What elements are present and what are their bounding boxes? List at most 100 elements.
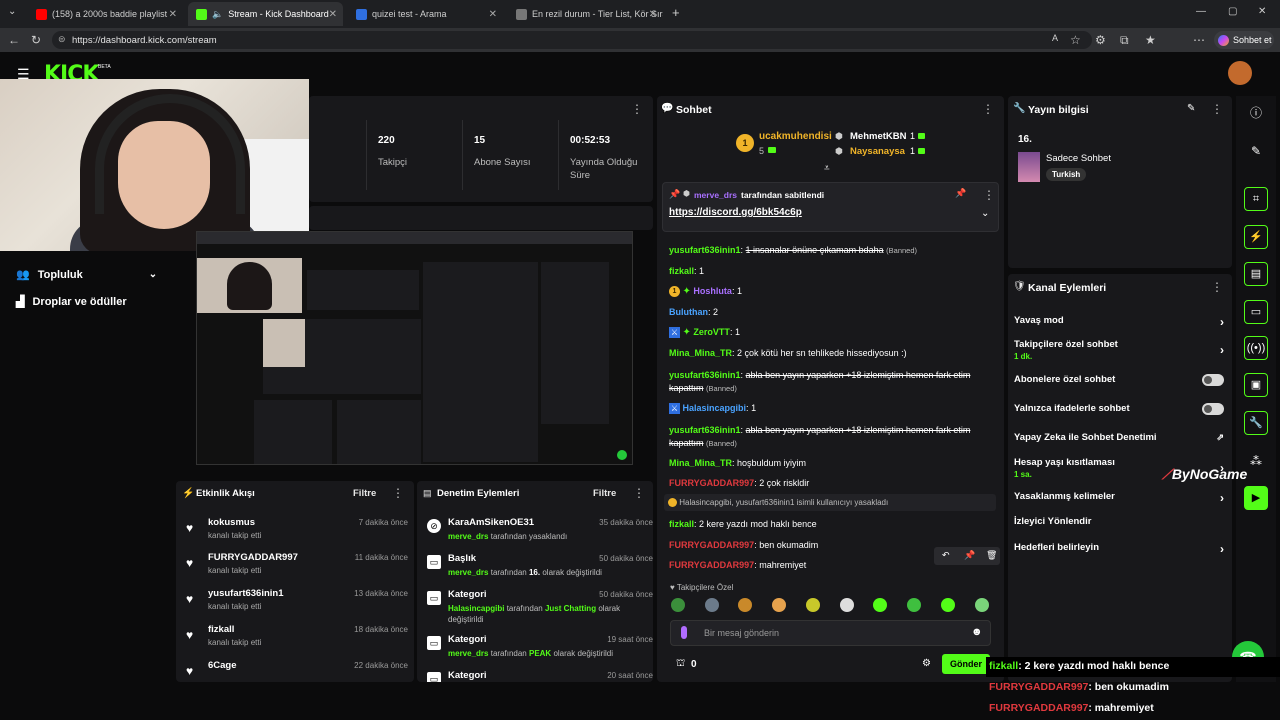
wrench-icon[interactable]: 🔧 [1244,411,1268,435]
favorites-icon[interactable]: ★ [1145,33,1156,47]
subscribers-only-toggle[interactable] [1202,374,1224,386]
activity-user[interactable]: 6Cage [208,660,237,671]
reply-icon[interactable]: ↶ [942,550,950,561]
pinned-by-user[interactable]: merve_drs [694,190,737,200]
browser-tab-tierlist[interactable]: En rezil durum - Tier List, Kör Sıral ✕ [508,2,663,26]
save-icon[interactable]: ▣ [1244,373,1268,397]
category-name[interactable]: Sadece Sohbet [1046,153,1111,164]
clip-icon[interactable]: ⌗ [1244,187,1268,211]
gifter-name[interactable]: MehmetKBN [850,131,906,142]
banned-words-row[interactable]: Yasaklanmış kelimeler › [1014,491,1224,505]
ai-moderation-row[interactable]: Yapay Zeka ile Sohbet Denetimi ⇗ [1014,432,1224,443]
lightning-icon[interactable]: ⚡ [1244,225,1268,249]
chat-username[interactable]: yusufart636inin1 [669,370,741,380]
close-tab-icon[interactable]: ✕ [169,9,177,20]
chat-input[interactable]: Bir mesaj gönderin ☻ [670,620,991,646]
channel-actions-menu-icon[interactable]: ⋮ [1211,280,1223,294]
favorite-star-icon[interactable]: ☆ [1070,33,1081,47]
close-tab-icon[interactable]: ✕ [649,9,657,20]
chat-username[interactable]: FURRYGADDAR997 [669,478,754,488]
chat-username[interactable]: ZeroVTT [693,327,730,337]
apps-icon[interactable]: ⁂ [1244,449,1268,473]
activity-user[interactable]: kokusmus [208,517,255,528]
moderation-target[interactable]: KaraAmSikenOE31 [448,517,534,528]
emote-icon[interactable] [941,598,955,612]
moderation-actor[interactable]: merve_drs [448,568,488,577]
language-tag[interactable]: Turkish [1046,168,1087,181]
moderation-actor[interactable]: merve_drs [448,532,488,541]
moderation-actor[interactable]: merve_drs [448,649,488,658]
pinned-menu-icon[interactable]: ⋮ [983,188,995,202]
moderation-filter-button[interactable]: Filtre [593,488,616,499]
channel-points-icon[interactable]: ⛫ [676,658,685,671]
slow-mode-row[interactable]: Yavaş mod › [1014,315,1224,329]
tab-list-icon[interactable]: ⌄ [8,6,16,17]
chat-username[interactable]: Mina_Mina_TR [669,458,732,468]
send-button[interactable]: Gönder [942,654,990,674]
stream-info-menu-icon[interactable]: ⋮ [1211,102,1223,116]
more-menu-icon[interactable]: ⋯ [1193,33,1205,47]
copilot-button[interactable]: Sohbet et [1214,31,1274,49]
raid-row[interactable]: İzleyici Yönlendir [1014,516,1224,527]
reload-icon[interactable]: ↻ [31,33,41,47]
minimize-icon[interactable]: — [1196,6,1206,17]
edit-icon[interactable]: ✎ [1187,103,1195,114]
broadcast-icon[interactable]: ((•)) [1244,336,1268,360]
emotes-only-toggle[interactable] [1202,403,1224,415]
emote-icon[interactable] [738,598,752,612]
close-tab-icon[interactable]: ✕ [489,9,497,20]
top-gifter-name[interactable]: ucakmuhendisi [759,131,832,142]
emote-icon[interactable] [772,598,786,612]
emote-icon[interactable] [907,598,921,612]
chat-username[interactable]: Buluthan [669,307,708,317]
browser-tool-icon[interactable]: ⧉ [1120,33,1129,48]
category-thumbnail[interactable] [1018,152,1040,182]
moderation-actor[interactable]: Halasincapgibi [448,604,504,613]
media-icon[interactable]: ▶ [1244,486,1268,510]
emote-icon[interactable] [806,598,820,612]
maximize-icon[interactable]: ▢ [1228,6,1237,17]
browser-tab-kick[interactable]: 🔈 Stream - Kick Dashboard ✕ [188,2,343,26]
emoji-picker-icon[interactable]: ☻ [971,626,983,638]
document-icon[interactable]: ▤ [1244,262,1268,286]
sidebar-item-drops[interactable]: ▟ Droplar ve ödüller [16,295,127,309]
url-input[interactable]: ⊜ https://dashboard.kick.com/stream [52,31,1092,49]
browser-tab-youtube[interactable]: (158) a 2000s baddie playlist ✕ [28,2,183,26]
window-close-icon[interactable]: ✕ [1258,6,1266,17]
emote-icon[interactable] [873,598,887,612]
emote-icon[interactable] [840,598,854,612]
emote-icon[interactable] [975,598,989,612]
chat-username[interactable]: Mina_Mina_TR [669,348,732,358]
info-icon[interactable]: ⓘ [1244,101,1268,125]
expand-pinned-icon[interactable]: ⌄ [981,208,989,219]
chat-username[interactable]: yusufart636inin1 [669,245,741,255]
back-icon[interactable]: ← [8,33,20,47]
chat-username[interactable]: Halasincapgibi [683,403,747,413]
read-aloud-icon[interactable]: A [1052,33,1058,43]
new-tab-icon[interactable]: + [672,5,680,20]
collapse-gifters-icon[interactable]: ⩡ [824,163,830,174]
activity-filter-button[interactable]: Filtre [353,488,376,499]
delete-icon[interactable]: 🗑 [986,550,997,561]
emote-icon[interactable] [671,598,685,612]
close-tab-icon[interactable]: ✕ [329,9,337,20]
chat-username[interactable]: FURRYGADDAR997 [669,540,754,550]
followers-only-row[interactable]: Takipçilere özel sohbet 1 dk. › [1014,339,1224,361]
stats-menu-icon[interactable]: ⋮ [631,102,643,116]
chat-username[interactable]: Hoshluta [693,286,732,296]
chat-username[interactable]: FURRYGADDAR997 [669,560,754,570]
activity-user[interactable]: yusufart636inin1 [208,588,284,599]
pencil-icon[interactable]: ✎ [1244,139,1268,163]
activity-user[interactable]: FURRYGADDAR997 [208,552,298,563]
unpin-icon[interactable]: 📌 [955,188,966,199]
activity-user[interactable]: fizkall [208,624,234,635]
pin-message-icon[interactable]: 📌 [964,550,975,561]
extensions-icon[interactable]: ⚙ [1095,33,1106,47]
goals-row[interactable]: Hedefleri belirleyin › [1014,542,1224,556]
gifter-name[interactable]: Naysanaysa [850,146,905,157]
chat-username[interactable]: yusufart636inin1 [669,425,741,435]
moderation-menu-icon[interactable]: ⋮ [633,486,645,500]
emote-icon[interactable] [705,598,719,612]
chat-settings-icon[interactable]: ⚙ [922,658,931,669]
activity-menu-icon[interactable]: ⋮ [392,486,404,500]
